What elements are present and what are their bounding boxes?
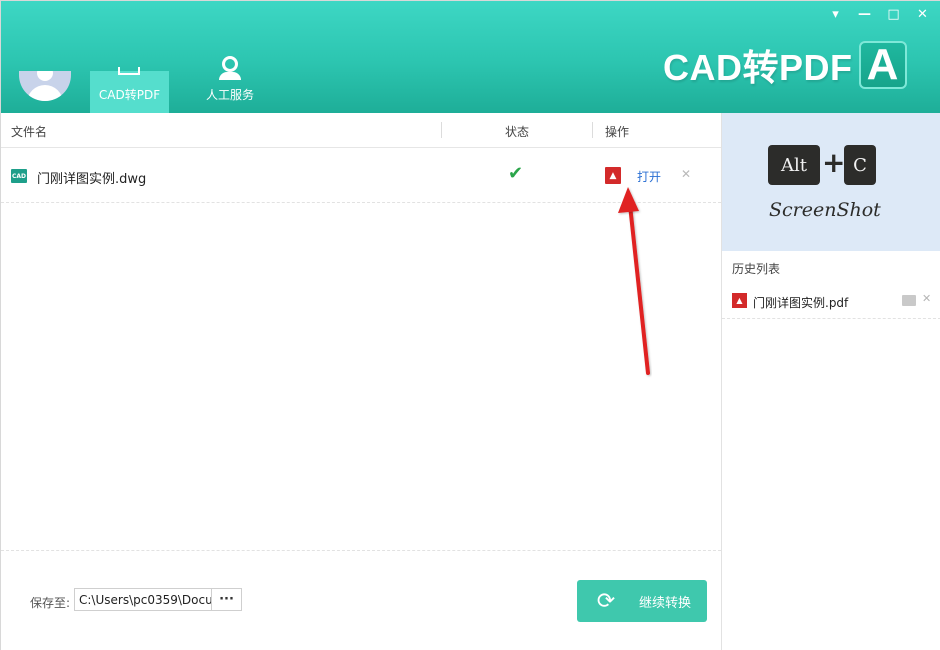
- column-divider: [592, 122, 593, 138]
- app-logo: CAD转PDF A: [663, 39, 907, 91]
- logo-text: CAD转PDF: [663, 47, 853, 88]
- table-header: 文件名 状态 操作: [1, 113, 721, 148]
- tab-human-service[interactable]: 人工服务: [197, 51, 263, 113]
- logo-badge: A: [858, 40, 907, 89]
- save-path-field[interactable]: C:\Users\pc0359\Docu ···: [74, 588, 242, 611]
- cad-file-icon: CAD: [11, 169, 27, 183]
- pdf-icon: ▲: [732, 293, 747, 308]
- history-item[interactable]: ▲ 门刚详图实例.pdf ✕: [722, 285, 940, 319]
- column-filename: 文件名: [11, 125, 48, 139]
- c-key-icon: C: [844, 145, 876, 185]
- file-list-panel: 文件名 状态 操作 CAD 门刚详图实例.dwg ✔ ▲ 打开 ✕ 保存至: C…: [1, 113, 721, 650]
- folder-icon[interactable]: [902, 295, 916, 306]
- screenshot-banner[interactable]: Alt + C ScreenShot: [722, 113, 940, 251]
- check-icon: ✔: [508, 163, 524, 184]
- menu-dropdown-button[interactable]: ▾: [823, 5, 848, 23]
- maximize-button[interactable]: □: [881, 5, 906, 23]
- refresh-icon: ⟳: [596, 588, 616, 614]
- save-path-value: C:\Users\pc0359\Docu: [79, 593, 213, 607]
- divider: [1, 550, 721, 551]
- browse-button[interactable]: ···: [211, 589, 241, 610]
- column-divider: [441, 122, 442, 138]
- save-to-label: 保存至:: [30, 596, 71, 610]
- cad-convert-icon: [118, 67, 140, 75]
- app-window: ▾ — □ ✕ CAD转PDF 人工服务 CAD转PDF A 文件名 状态 操作…: [0, 0, 940, 650]
- alt-key-icon: Alt: [768, 145, 820, 185]
- banner-caption: ScreenShot: [769, 199, 881, 221]
- history-file-name: 门刚详图实例.pdf: [753, 296, 849, 310]
- user-avatar[interactable]: [19, 71, 71, 101]
- plus-icon: +: [822, 146, 846, 179]
- tab-cad-to-pdf-label: CAD转PDF: [98, 88, 161, 102]
- tab-human-service-label: 人工服务: [205, 88, 254, 102]
- close-button[interactable]: ✕: [910, 5, 935, 23]
- minimize-button[interactable]: —: [852, 5, 877, 23]
- history-title: 历史列表: [732, 262, 781, 276]
- headset-support-icon: [217, 54, 243, 80]
- column-status: 状态: [505, 125, 530, 139]
- history-sidebar: Alt + C ScreenShot 历史列表 ▲ 门刚详图实例.pdf ✕: [721, 113, 940, 650]
- delete-row-icon[interactable]: ✕: [681, 167, 691, 181]
- continue-convert-label: 继续转换: [639, 595, 692, 611]
- app-header: ▾ — □ ✕ CAD转PDF 人工服务 CAD转PDF A: [1, 1, 940, 113]
- pdf-icon[interactable]: ▲: [605, 167, 621, 184]
- file-name: 门刚详图实例.dwg: [37, 172, 147, 187]
- window-controls: ▾ — □ ✕: [823, 5, 935, 23]
- table-row: CAD 门刚详图实例.dwg ✔ ▲ 打开 ✕: [1, 149, 721, 203]
- delete-history-icon[interactable]: ✕: [922, 292, 931, 305]
- column-actions: 操作: [605, 125, 630, 139]
- tab-cad-to-pdf[interactable]: CAD转PDF: [90, 67, 169, 113]
- open-link[interactable]: 打开: [637, 168, 661, 185]
- continue-convert-button[interactable]: ⟳ 继续转换: [577, 580, 707, 622]
